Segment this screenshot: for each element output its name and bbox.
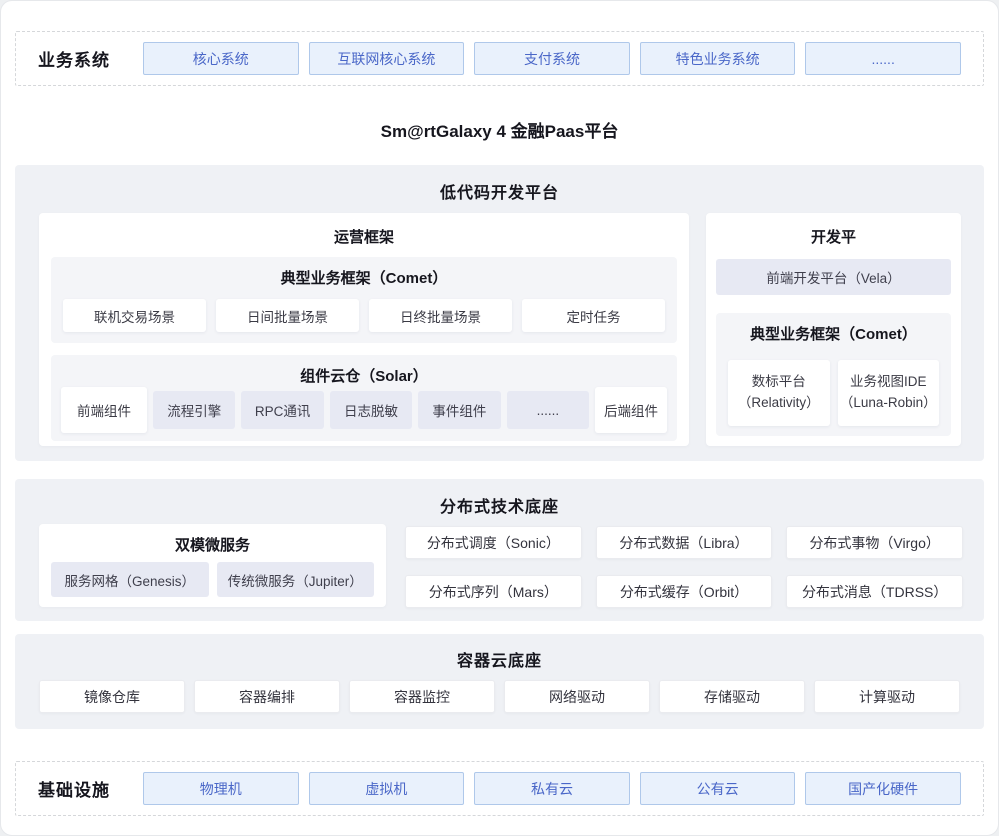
component-cloud-row: 前端组件 流程引擎 RPC通讯 日志脱敏 事件组件 ...... 后端组件 bbox=[61, 386, 667, 434]
distributed-sequence-mars: 分布式序列（Mars） bbox=[405, 575, 582, 608]
storage-driver: 存储驱动 bbox=[659, 680, 805, 713]
scenario-eod-batch: 日终批量场景 bbox=[369, 299, 512, 332]
frontend-dev-platform-vela: 前端开发平台（Vela） bbox=[716, 259, 951, 295]
component-backend: 后端组件 bbox=[595, 387, 667, 433]
distributed-base-section: 分布式技术底座 双模微服务 服务网格（Genesis） 传统微服务（Jupite… bbox=[15, 479, 984, 621]
compute-driver: 计算驱动 bbox=[814, 680, 960, 713]
business-system-special: 特色业务系统 bbox=[640, 42, 796, 75]
dual-mode-microservice-title: 双模微服务 bbox=[39, 524, 386, 555]
dev-platform-card: 开发平 前端开发平台（Vela） 典型业务框架（Comet） 数标平台 （Rel… bbox=[706, 213, 961, 446]
distributed-data-libra: 分布式数据（Libra） bbox=[596, 526, 773, 559]
container-base-section: 容器云底座 镜像仓库 容器编排 容器监控 网络驱动 存储驱动 计算驱动 bbox=[15, 634, 984, 729]
dev-typical-business-framework-row: 数标平台 （Relativity） 业务视图IDE （Luna-Robin） bbox=[728, 360, 939, 426]
typical-business-framework-row: 联机交易场景 日间批量场景 日终批量场景 定时任务 bbox=[63, 299, 665, 332]
infra-physical-machine: 物理机 bbox=[143, 772, 299, 805]
business-system-more: ...... bbox=[805, 42, 961, 75]
service-mesh-genesis: 服务网格（Genesis） bbox=[51, 562, 209, 597]
dev-platform-title: 开发平 bbox=[706, 213, 961, 247]
container-base-row: 镜像仓库 容器编排 容器监控 网络驱动 存储驱动 计算驱动 bbox=[39, 680, 960, 713]
business-systems-row: 核心系统 互联网核心系统 支付系统 特色业务系统 ...... bbox=[143, 42, 961, 75]
infrastructure-strip: 基础设施 物理机 虚拟机 私有云 公有云 国产化硬件 bbox=[15, 761, 984, 816]
component-process-engine: 流程引擎 bbox=[153, 391, 235, 429]
infra-domestic-hardware: 国产化硬件 bbox=[805, 772, 961, 805]
distributed-base-title: 分布式技术底座 bbox=[15, 479, 984, 517]
component-frontend: 前端组件 bbox=[61, 387, 147, 433]
distributed-cache-orbit: 分布式缓存（Orbit） bbox=[596, 575, 773, 608]
distributed-transaction-virgo: 分布式事物（Virgo） bbox=[786, 526, 963, 559]
component-log-masking: 日志脱敏 bbox=[330, 391, 412, 429]
dev-typical-business-framework-subcard: 典型业务框架（Comet） 数标平台 （Relativity） 业务视图IDE … bbox=[716, 313, 951, 436]
business-systems-label: 业务系统 bbox=[16, 46, 143, 71]
container-monitoring: 容器监控 bbox=[349, 680, 495, 713]
component-cloud-title: 组件云仓（Solar） bbox=[51, 355, 677, 386]
dev-typical-business-framework-title: 典型业务框架（Comet） bbox=[716, 313, 951, 344]
operation-framework-title: 运营框架 bbox=[39, 213, 689, 247]
business-system-core: 核心系统 bbox=[143, 42, 299, 75]
infrastructure-label: 基础设施 bbox=[16, 776, 143, 801]
business-view-ide-luna-robin: 业务视图IDE （Luna-Robin） bbox=[838, 360, 940, 426]
dual-mode-microservice-card: 双模微服务 服务网格（Genesis） 传统微服务（Jupiter） bbox=[39, 524, 386, 607]
component-event: 事件组件 bbox=[418, 391, 500, 429]
component-rpc: RPC通讯 bbox=[241, 391, 323, 429]
container-base-title: 容器云底座 bbox=[15, 634, 984, 671]
scenario-online-transaction: 联机交易场景 bbox=[63, 299, 206, 332]
lowcode-platform-title: 低代码开发平台 bbox=[15, 165, 984, 203]
container-orchestration: 容器编排 bbox=[194, 680, 340, 713]
data-standard-platform-relativity: 数标平台 （Relativity） bbox=[728, 360, 830, 426]
traditional-microservice-jupiter: 传统微服务（Jupiter） bbox=[217, 562, 375, 597]
infra-private-cloud: 私有云 bbox=[474, 772, 630, 805]
distributed-scheduling-sonic: 分布式调度（Sonic） bbox=[405, 526, 582, 559]
infra-public-cloud: 公有云 bbox=[640, 772, 796, 805]
business-systems-strip: 业务系统 核心系统 互联网核心系统 支付系统 特色业务系统 ...... bbox=[15, 31, 984, 86]
operation-framework-card: 运营框架 典型业务框架（Comet） 联机交易场景 日间批量场景 日终批量场景 … bbox=[39, 213, 689, 446]
business-system-payment: 支付系统 bbox=[474, 42, 630, 75]
typical-business-framework-subcard: 典型业务框架（Comet） 联机交易场景 日间批量场景 日终批量场景 定时任务 bbox=[51, 257, 677, 343]
image-registry: 镜像仓库 bbox=[39, 680, 185, 713]
component-more: ...... bbox=[507, 391, 589, 429]
page-title: Sm@rtGalaxy 4 金融Paas平台 bbox=[1, 117, 998, 142]
infrastructure-row: 物理机 虚拟机 私有云 公有云 国产化硬件 bbox=[143, 772, 961, 805]
infra-virtual-machine: 虚拟机 bbox=[309, 772, 465, 805]
distributed-message-tdrss: 分布式消息（TDRSS） bbox=[786, 575, 963, 608]
architecture-diagram: 业务系统 核心系统 互联网核心系统 支付系统 特色业务系统 ...... Sm@… bbox=[0, 0, 999, 836]
scenario-scheduled-task: 定时任务 bbox=[522, 299, 665, 332]
lowcode-platform-section: 低代码开发平台 运营框架 典型业务框架（Comet） 联机交易场景 日间批量场景… bbox=[15, 165, 984, 461]
distributed-services-grid: 分布式调度（Sonic） 分布式数据（Libra） 分布式事物（Virgo） 分… bbox=[405, 526, 963, 608]
component-cloud-subcard: 组件云仓（Solar） 前端组件 流程引擎 RPC通讯 日志脱敏 事件组件 ..… bbox=[51, 355, 677, 441]
typical-business-framework-title: 典型业务框架（Comet） bbox=[51, 257, 677, 288]
dual-mode-microservice-row: 服务网格（Genesis） 传统微服务（Jupiter） bbox=[51, 562, 374, 597]
business-system-internet-core: 互联网核心系统 bbox=[309, 42, 465, 75]
scenario-daytime-batch: 日间批量场景 bbox=[216, 299, 359, 332]
network-driver: 网络驱动 bbox=[504, 680, 650, 713]
